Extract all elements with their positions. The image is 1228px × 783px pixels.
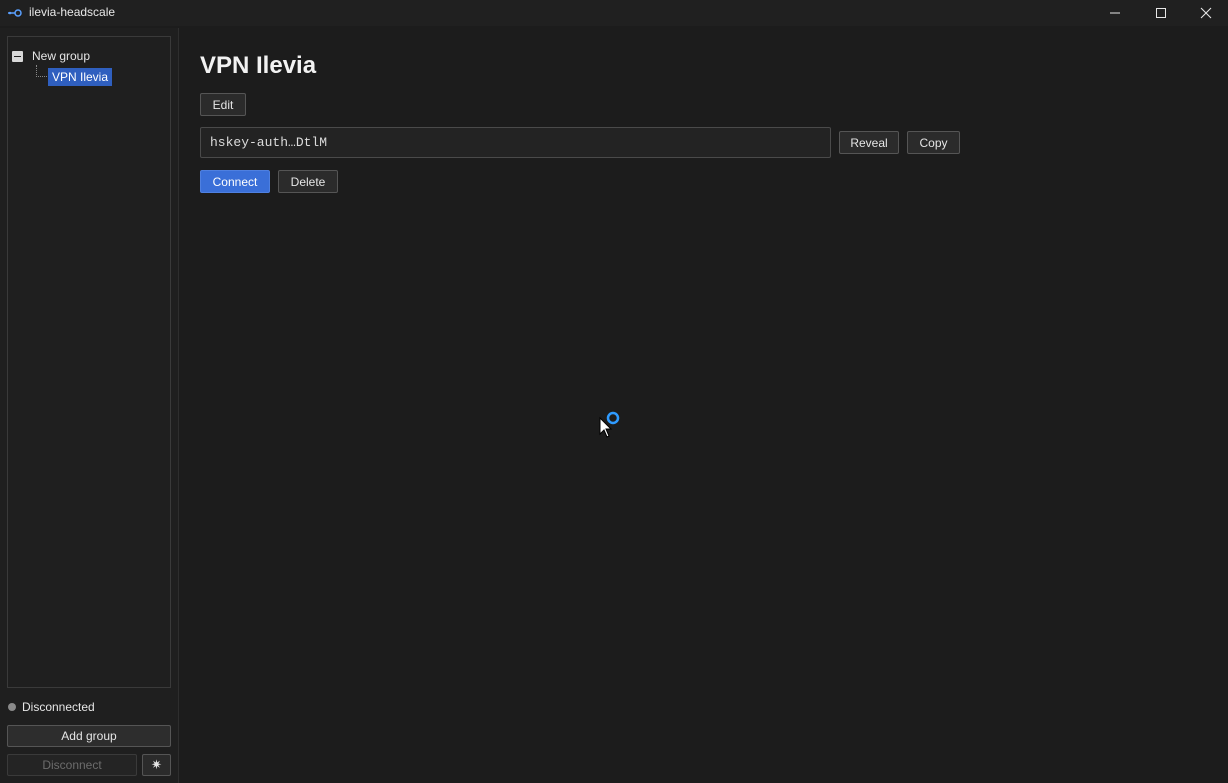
connect-button[interactable]: Connect bbox=[200, 170, 270, 193]
app-icon bbox=[8, 9, 22, 17]
edit-button[interactable]: Edit bbox=[200, 93, 246, 116]
maximize-button[interactable] bbox=[1138, 0, 1184, 26]
page-title: VPN Ilevia bbox=[200, 52, 317, 79]
tree-group-new-group[interactable]: New group bbox=[32, 49, 90, 63]
minimize-button[interactable] bbox=[1092, 0, 1138, 26]
tree-connector bbox=[36, 76, 47, 77]
settings-icon: ✷ bbox=[151, 757, 162, 772]
add-group-button[interactable]: Add group bbox=[7, 725, 171, 747]
reveal-button[interactable]: Reveal bbox=[839, 131, 899, 154]
minimize-icon bbox=[1110, 12, 1120, 14]
maximize-icon bbox=[1156, 8, 1166, 18]
close-icon bbox=[1200, 7, 1212, 19]
window-title: ilevia-headscale bbox=[29, 5, 116, 19]
close-button[interactable] bbox=[1183, 0, 1228, 26]
connection-status: Disconnected bbox=[8, 700, 95, 714]
settings-button[interactable]: ✷ bbox=[142, 754, 171, 776]
auth-key-field[interactable]: hskey-auth…DtlM bbox=[200, 127, 831, 158]
status-dot-icon bbox=[8, 703, 16, 711]
delete-button[interactable]: Delete bbox=[278, 170, 338, 193]
tree-item-vpn-ilevia[interactable]: VPN Ilevia bbox=[48, 68, 113, 86]
copy-button[interactable]: Copy bbox=[907, 131, 960, 154]
title-bar: ilevia-headscale bbox=[0, 0, 1228, 26]
status-text: Disconnected bbox=[22, 700, 95, 714]
group-tree[interactable]: New group VPN Ilevia bbox=[7, 36, 171, 688]
busy-cursor-icon bbox=[599, 411, 620, 438]
collapse-toggle-icon[interactable] bbox=[12, 51, 23, 62]
sidebar: New group VPN Ilevia Disconnected Add gr… bbox=[0, 28, 179, 783]
disconnect-button[interactable]: Disconnect bbox=[7, 754, 137, 776]
